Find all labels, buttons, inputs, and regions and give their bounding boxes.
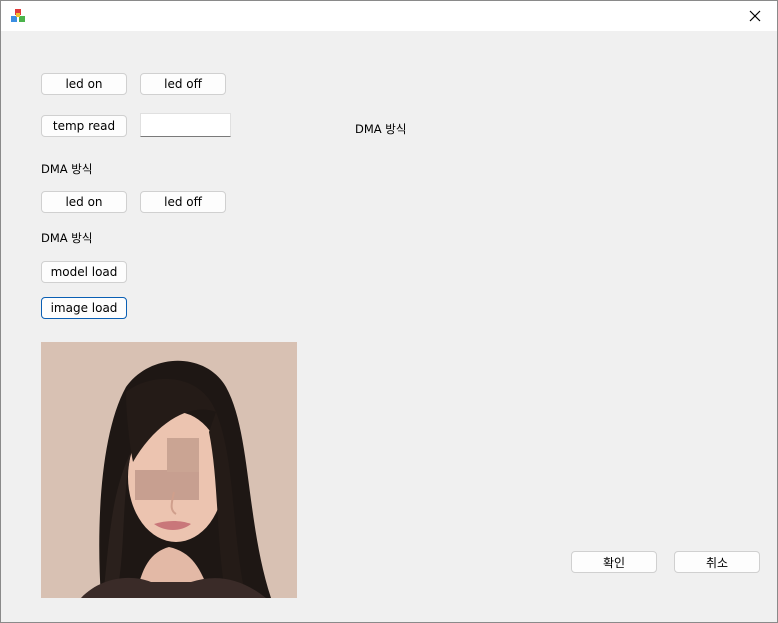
dma-mode-label-2: DMA 방식 (41, 231, 93, 245)
title-bar (1, 1, 777, 31)
dialog-window: led on led off temp read DMA 방식 DMA 방식 l… (0, 0, 778, 623)
close-button[interactable] (733, 1, 777, 31)
led-on-button[interactable]: led on (41, 73, 127, 95)
image-load-button[interactable]: image load (41, 297, 127, 319)
temp-value-field[interactable] (140, 113, 231, 137)
portrait-image (41, 342, 297, 598)
led-off-button[interactable]: led off (140, 73, 226, 95)
app-icon (10, 8, 26, 24)
dma-mode-label-right: DMA 방식 (355, 122, 407, 136)
led-on-button-2[interactable]: led on (41, 191, 127, 213)
cancel-button[interactable]: 취소 (674, 551, 760, 573)
led-off-button-2[interactable]: led off (140, 191, 226, 213)
close-icon (749, 7, 761, 26)
model-load-button[interactable]: model load (41, 261, 127, 283)
ok-button[interactable]: 확인 (571, 551, 657, 573)
dma-mode-label-1: DMA 방식 (41, 162, 93, 176)
temp-read-button[interactable]: temp read (41, 115, 127, 137)
